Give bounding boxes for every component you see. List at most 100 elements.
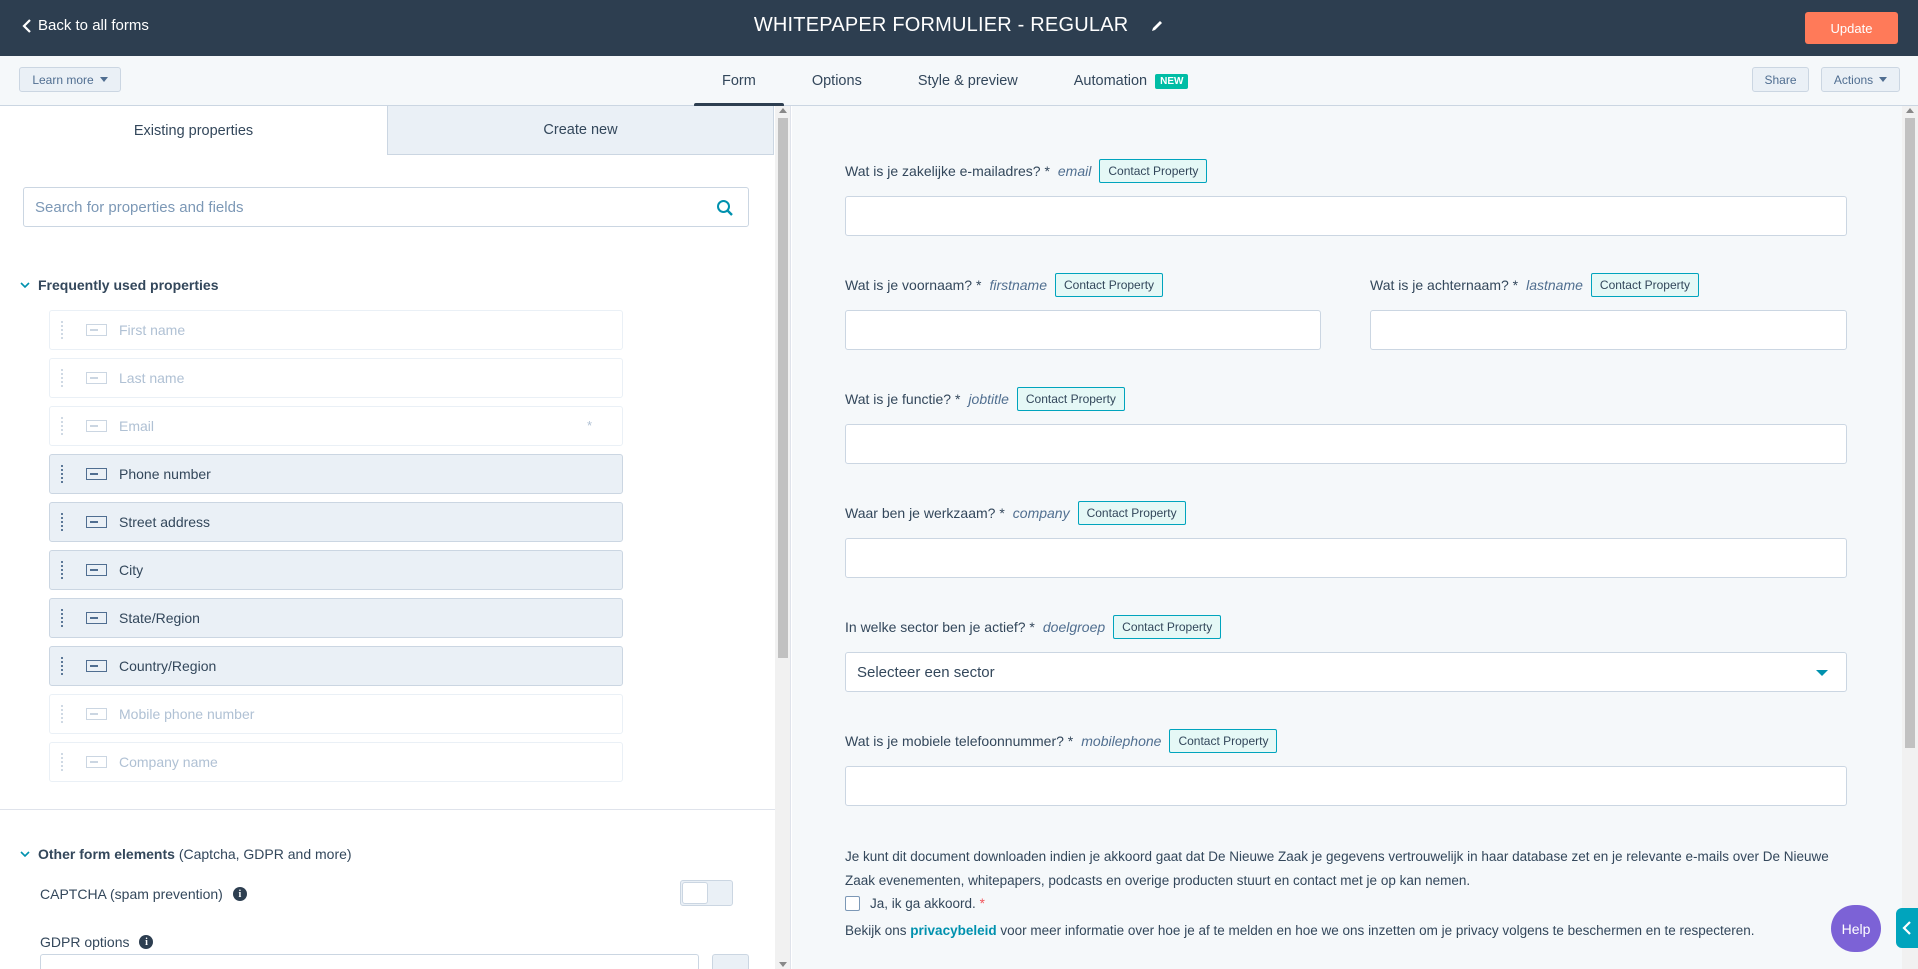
company-field[interactable] <box>845 538 1847 578</box>
drag-handle-icon[interactable] <box>60 608 64 628</box>
actions-dropdown[interactable]: Actions <box>1821 67 1900 92</box>
property-label: Last name <box>119 370 185 386</box>
contact-property-badge: Contact Property <box>1077 501 1186 525</box>
email-input[interactable] <box>846 197 1846 235</box>
field-label-mobilephone[interactable]: Wat is je mobiele telefoonnummer? * mobi… <box>845 729 1278 753</box>
property-email: Email * <box>49 406 623 446</box>
update-button[interactable]: Update <box>1805 12 1898 44</box>
text-field-icon <box>86 708 107 720</box>
property-company-name: Company name <box>49 742 623 782</box>
label-text: Wat is je functie? * <box>845 391 961 407</box>
tab-options[interactable]: Options <box>784 56 890 106</box>
property-city[interactable]: City <box>49 550 623 590</box>
mobilephone-input[interactable] <box>846 767 1846 805</box>
text-field-icon <box>86 420 107 432</box>
scroll-down-icon[interactable] <box>779 962 787 967</box>
lastname-field[interactable] <box>1370 310 1847 350</box>
privacy-link[interactable]: privacybeleid <box>910 923 996 938</box>
search-icon[interactable] <box>716 199 734 217</box>
label-text: Waar ben je werkzaam? * <box>845 505 1005 521</box>
label-text: Wat is je mobiele telefoonnummer? * <box>845 733 1074 749</box>
gdpr-select[interactable] <box>40 954 699 969</box>
internal-name: email <box>1057 163 1092 179</box>
learn-more-dropdown[interactable]: Learn more <box>19 67 121 92</box>
search-input[interactable] <box>24 188 684 226</box>
tab-create-new[interactable]: Create new <box>387 106 774 155</box>
sector-select-value: Selecteer een sector <box>857 663 995 681</box>
lastname-input[interactable] <box>1371 311 1846 349</box>
info-icon[interactable]: i <box>232 887 247 901</box>
drag-handle-icon[interactable] <box>60 464 64 484</box>
drag-handle-icon <box>60 368 64 388</box>
text-field-icon <box>86 660 107 672</box>
required-marker: * <box>979 896 985 911</box>
pencil-icon[interactable] <box>1150 19 1164 33</box>
property-label: State/Region <box>119 610 200 626</box>
captcha-label: CAPTCHA (spam prevention) <box>40 886 223 902</box>
tab-existing-properties[interactable]: Existing properties <box>0 106 387 155</box>
property-state-region[interactable]: State/Region <box>49 598 623 638</box>
form-title-bar: WHITEPAPER FORMULIER - REGULAR <box>0 14 1918 37</box>
share-button[interactable]: Share <box>1752 67 1809 92</box>
info-icon[interactable]: i <box>139 935 154 949</box>
company-input[interactable] <box>846 539 1846 577</box>
frequent-properties-heading: Frequently used properties <box>38 277 219 293</box>
text-field-icon <box>86 324 107 336</box>
drag-handle-icon[interactable] <box>60 560 64 580</box>
tab-style-preview[interactable]: Style & preview <box>890 56 1046 106</box>
tab-automation[interactable]: Automation NEW <box>1046 56 1217 106</box>
collapse-sidebar-button[interactable] <box>1896 908 1918 948</box>
jobtitle-field[interactable] <box>845 424 1847 464</box>
label-text: In welke sector ben je actief? * <box>845 619 1035 635</box>
chevron-down-icon <box>20 282 30 289</box>
property-mobile-phone: Mobile phone number <box>49 694 623 734</box>
property-street-address[interactable]: Street address <box>49 502 623 542</box>
consent-checkbox[interactable] <box>845 896 860 911</box>
actions-label: Actions <box>1833 72 1874 87</box>
other-elements-toggle[interactable]: Other form elements (Captcha, GDPR and m… <box>20 846 352 862</box>
left-scrollbar[interactable] <box>775 106 791 969</box>
field-label-jobtitle[interactable]: Wat is je functie? * jobtitle Contact Pr… <box>845 387 1125 411</box>
property-phone-number[interactable]: Phone number <box>49 454 623 494</box>
preview-scrollbar[interactable] <box>1902 106 1918 969</box>
text-field-icon <box>86 516 107 528</box>
firstname-input[interactable] <box>846 311 1320 349</box>
tab-form-label: Form <box>722 73 756 89</box>
scroll-up-icon[interactable] <box>779 108 787 113</box>
property-first-name: First name <box>49 310 623 350</box>
internal-name: lastname <box>1526 277 1583 293</box>
jobtitle-input[interactable] <box>846 425 1846 463</box>
field-label-email[interactable]: Wat is je zakelijke e-mailadres? * email… <box>845 159 1208 183</box>
help-button[interactable]: Help <box>1831 905 1881 952</box>
new-badge: NEW <box>1155 73 1189 89</box>
frequent-properties-toggle[interactable]: Frequently used properties <box>20 277 218 293</box>
drag-handle-icon <box>60 416 64 436</box>
sector-select[interactable]: Selecteer een sector <box>845 652 1847 692</box>
property-country-region[interactable]: Country/Region <box>49 646 623 686</box>
chevron-down-icon <box>20 851 30 858</box>
captcha-toggle[interactable] <box>680 880 733 906</box>
other-elements-heading: Other form elements <box>38 846 175 862</box>
scroll-thumb[interactable] <box>1905 118 1915 748</box>
properties-panel: Existing properties Create new Frequentl… <box>0 106 775 969</box>
form-title[interactable]: WHITEPAPER FORMULIER - REGULAR <box>754 14 1129 36</box>
consent-checkbox-row: Ja, ik ga akkoord. * <box>845 896 985 911</box>
drag-handle-icon[interactable] <box>60 512 64 532</box>
learn-more-label: Learn more <box>32 72 94 87</box>
property-label: First name <box>119 322 186 338</box>
label-text: Wat is je achternaam? * <box>1370 277 1519 293</box>
field-label-firstname[interactable]: Wat is je voornaam? * firstname Contact … <box>845 273 1164 297</box>
field-label-doelgroep[interactable]: In welke sector ben je actief? * doelgro… <box>845 615 1222 639</box>
mobilephone-field[interactable] <box>845 766 1847 806</box>
gdpr-settings-button[interactable] <box>712 954 749 969</box>
tab-form[interactable]: Form <box>694 56 784 107</box>
top-bar: Back to all forms WHITEPAPER FORMULIER -… <box>0 0 1918 56</box>
scroll-thumb[interactable] <box>778 118 788 658</box>
drag-handle-icon[interactable] <box>60 656 64 676</box>
back-to-forms-link[interactable]: Back to all forms <box>22 17 149 34</box>
scroll-up-icon[interactable] <box>1906 108 1914 113</box>
firstname-field[interactable] <box>845 310 1321 350</box>
field-label-company[interactable]: Waar ben je werkzaam? * company Contact … <box>845 501 1186 525</box>
email-field[interactable] <box>845 196 1847 236</box>
field-label-lastname[interactable]: Wat is je achternaam? * lastname Contact… <box>1370 273 1699 297</box>
